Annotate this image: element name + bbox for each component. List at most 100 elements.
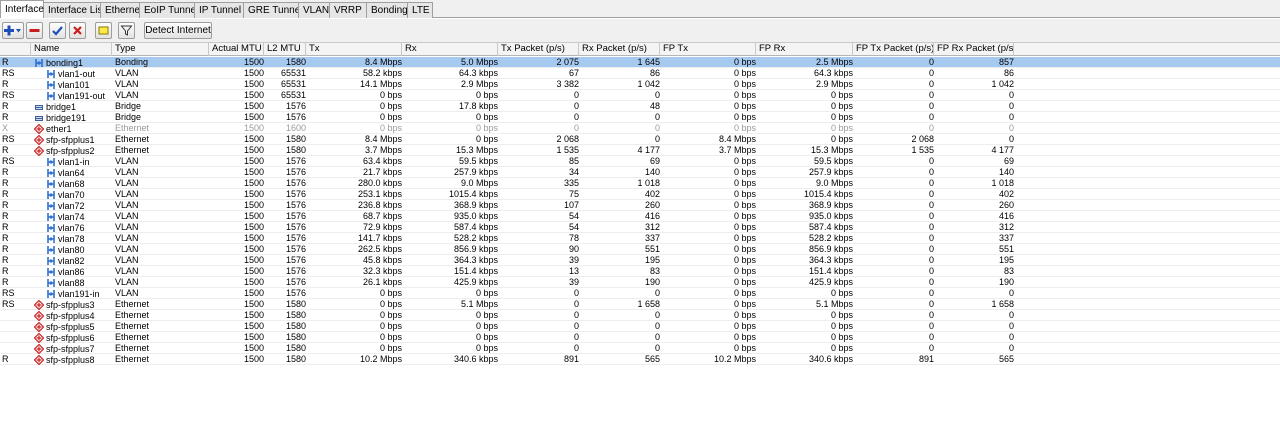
table-row[interactable]: Rvlan74 VLAN 1500 1576 68.7 kbps 935.0 kbps 54… [0, 211, 1280, 222]
cell-l2-mtu: 1576 [285, 266, 306, 276]
filter-button[interactable] [118, 22, 135, 39]
cell-actual-mtu: 1500 [243, 222, 264, 232]
table-row[interactable]: Rvlan86 VLAN 1500 1576 32.3 kbps 151.4 kbps 13… [0, 266, 1280, 277]
cell-fp-tx-pps: 0 [928, 222, 934, 232]
tab-ethernet[interactable]: Ethernet [100, 2, 143, 18]
disable-button[interactable] [69, 22, 86, 39]
tab-gre-tunnel[interactable]: GRE Tunnel [243, 2, 302, 18]
interface-name: vlan72 [46, 200, 112, 211]
cell-actual-mtu: 1500 [243, 277, 264, 287]
table-row[interactable]: Rvlan72 VLAN 1500 1576 236.8 kbps 368.9 kbps 1… [0, 200, 1280, 211]
cell-actual-mtu: 1500 [243, 123, 264, 133]
tab-eoip-tunnel[interactable]: EoIP Tunnel [139, 2, 198, 18]
cell-tx-pps: 0 [573, 101, 579, 111]
cell-fp-tx: 0 bps [733, 68, 756, 78]
table-row[interactable]: RS vlan1-in VLAN 1500 1576 63.4 kbps 59.5 kbps… [0, 156, 1280, 167]
tab-ip-tunnel[interactable]: IP Tunnel [194, 2, 244, 18]
column-header-fp-rx-packet-p-s[interactable]: FP Rx Packet (p/s) [934, 43, 1014, 56]
table-row[interactable]: sfp-sfpplus4 Ethernet 1500 1580 0 bps 0 bps 0 0… [0, 310, 1280, 321]
column-header-fp-tx-packet-p-s[interactable]: FP Tx Packet (p/s) [853, 43, 934, 56]
tab-vlan[interactable]: VLAN [298, 2, 330, 18]
cell-fp-tx-pps: 0 [928, 299, 934, 309]
add-button[interactable] [2, 22, 24, 39]
table-row[interactable]: Rbridge1 Bridge 1500 1576 0 bps 17.8 kbps 0 48 0… [0, 101, 1280, 112]
cell-actual-mtu: 1500 [243, 79, 264, 89]
cell-l2-mtu: 1580 [285, 57, 306, 67]
cell-type: Bridge [115, 101, 142, 111]
cell-rx: 1015.4 kbps [448, 189, 498, 199]
cell-flags: R [2, 189, 9, 199]
detect-internet-button[interactable]: Detect Internet [144, 22, 212, 39]
cell-tx: 0 bps [379, 321, 402, 331]
tab-interface-list[interactable]: Interface List [43, 2, 105, 18]
table-row[interactable]: Rvlan80 VLAN 1500 1576 262.5 kbps 856.9 kbps 9… [0, 244, 1280, 255]
table-row[interactable]: RS sfp-sfpplus3 Ethernet 1500 1580 0 bps 5.1 M… [0, 299, 1280, 310]
cell-flags: R [2, 112, 9, 122]
table-row[interactable]: Rsfp-sfpplus2 Ethernet 1500 1580 3.7 Mbps 15.… [0, 145, 1280, 156]
table-row[interactable]: sfp-sfpplus6 Ethernet 1500 1580 0 bps 0 bps 0 0… [0, 332, 1280, 343]
table-row[interactable]: sfp-sfpplus7 Ethernet 1500 1580 0 bps 0 bps 0 0… [0, 343, 1280, 354]
cell-flags: R [2, 145, 9, 155]
table-row[interactable]: Rvlan64 VLAN 1500 1576 21.7 kbps 257.9 kbps 34… [0, 167, 1280, 178]
cell-l2-mtu: 1576 [285, 101, 306, 111]
column-header-rx-packet-p-s[interactable]: Rx Packet (p/s) [579, 43, 660, 56]
table-row[interactable]: Rvlan101 VLAN 1500 65531 14.1 Mbps 2.9 Mbps 3 … [0, 79, 1280, 90]
table-row[interactable]: RS sfp-sfpplus1 Ethernet 1500 1580 8.4 Mbps 0 … [0, 134, 1280, 145]
column-header-name[interactable]: Name [31, 43, 112, 56]
cell-l2-mtu: 1576 [285, 255, 306, 265]
cell-type: Ethernet [115, 332, 150, 342]
interface-table: Name Type Actual MTU L2 MTU Tx Rx Tx Packet (p… [0, 43, 1280, 429]
cell-fp-rx-pps: 0 [1008, 288, 1014, 298]
comment-button[interactable] [95, 22, 112, 39]
column-header-fp-rx[interactable]: FP Rx [756, 43, 853, 56]
tab-interface[interactable]: Interface [0, 0, 44, 18]
table-row[interactable]: Rbridge191 Bridge 1500 1576 0 bps 0 bps 0 0 0 bp… [0, 112, 1280, 123]
cell-actual-mtu: 1500 [243, 310, 264, 320]
cell-l2-mtu: 1580 [285, 145, 306, 155]
column-header-l2-mtu[interactable]: L2 MTU [264, 43, 306, 56]
interface-name: bridge1 [34, 101, 112, 112]
table-row[interactable]: RS vlan1-out VLAN 1500 65531 58.2 kbps 64.3 kb… [0, 68, 1280, 79]
cell-fp-rx: 856.9 kbps [808, 244, 853, 254]
cell-tx-pps: 78 [568, 233, 579, 243]
cell-rx-pps: 0 [654, 310, 660, 320]
tab-bar: Interface Interface List Ethernet EoIP Tunn… [0, 0, 1280, 18]
cell-fp-tx-pps: 0 [928, 200, 934, 210]
tab-vrrp[interactable]: VRRP [329, 2, 367, 18]
cell-fp-tx: 0 bps [733, 178, 756, 188]
table-row[interactable]: Rvlan82 VLAN 1500 1576 45.8 kbps 364.3 kbps 39… [0, 255, 1280, 266]
cell-tx-pps: 75 [568, 189, 579, 199]
interface-name: sfp-sfpplus6 [34, 332, 112, 343]
cell-l2-mtu: 65531 [280, 68, 306, 78]
column-header-tx-packet-p-s[interactable]: Tx Packet (p/s) [498, 43, 579, 56]
column-header-tx[interactable]: Tx [306, 43, 402, 56]
column-header-type[interactable]: Type [112, 43, 209, 56]
column-header-fp-tx[interactable]: FP Tx [660, 43, 756, 56]
table-row[interactable]: Rvlan76 VLAN 1500 1576 72.9 kbps 587.4 kbps 54… [0, 222, 1280, 233]
enable-button[interactable] [49, 22, 66, 39]
remove-button[interactable] [26, 22, 43, 39]
table-row[interactable]: Rvlan70 VLAN 1500 1576 253.1 kbps 1015.4 kbps… [0, 189, 1280, 200]
table-row[interactable]: Xether1 Ethernet 1500 1600 0 bps 0 bps 0 0 0 bps… [0, 123, 1280, 134]
cell-type: VLAN [115, 200, 139, 210]
table-row[interactable]: Rsfp-sfpplus8 Ethernet 1500 1580 10.2 Mbps 34… [0, 354, 1280, 365]
cell-fp-rx-pps: 0 [1008, 321, 1014, 331]
column-header-flags[interactable] [0, 43, 31, 56]
table-row[interactable]: RS vlan191-out VLAN 1500 65531 0 bps 0 bps 0 0 0 … [0, 90, 1280, 101]
cell-rx-pps: 4 177 [637, 145, 660, 155]
cell-fp-rx-pps: 260 [998, 200, 1014, 210]
interface-name: vlan101 [46, 79, 112, 90]
cell-fp-tx: 0 bps [733, 255, 756, 265]
table-row[interactable]: Rvlan78 VLAN 1500 1576 141.7 kbps 528.2 kbps 7… [0, 233, 1280, 244]
tab-bonding[interactable]: Bonding [366, 2, 408, 18]
tab-lte[interactable]: LTE [407, 2, 433, 18]
column-header-rx[interactable]: Rx [402, 43, 498, 56]
interface-name: vlan1-in [46, 156, 112, 167]
table-row[interactable]: sfp-sfpplus5 Ethernet 1500 1580 0 bps 0 bps 0 0… [0, 321, 1280, 332]
column-header-actual-mtu[interactable]: Actual MTU [209, 43, 264, 56]
cell-type: VLAN [115, 244, 139, 254]
table-row[interactable]: Rvlan88 VLAN 1500 1576 26.1 kbps 425.9 kbps 39… [0, 277, 1280, 288]
table-row[interactable]: Rvlan68 VLAN 1500 1576 280.0 kbps 9.0 Mbps 335… [0, 178, 1280, 189]
table-row[interactable]: RS vlan191-in VLAN 1500 1576 0 bps 0 bps 0 0 0 bp… [0, 288, 1280, 299]
table-row[interactable]: Rbonding1 Bonding 1500 1580 8.4 Mbps 5.0 Mbps… [0, 57, 1280, 68]
